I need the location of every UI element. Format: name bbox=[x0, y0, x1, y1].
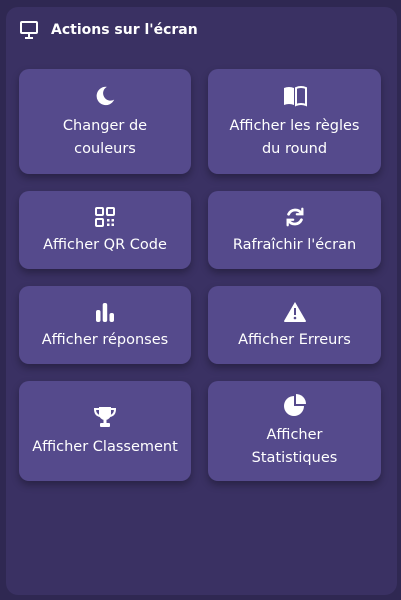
bar-chart-icon bbox=[92, 299, 118, 325]
book-icon bbox=[282, 83, 308, 109]
change-colors-button[interactable]: Changer de couleurs bbox=[19, 69, 191, 174]
screen-actions-panel: Actions sur l'écran Changer de couleurs … bbox=[6, 7, 397, 595]
actions-grid: Changer de couleurs Afficher les règles … bbox=[19, 69, 381, 481]
panel-title: Actions sur l'écran bbox=[51, 22, 198, 38]
show-ranking-button[interactable]: Afficher Classement bbox=[19, 381, 191, 481]
moon-icon bbox=[92, 83, 118, 109]
show-ranking-label: Afficher Classement bbox=[32, 438, 178, 455]
show-errors-button[interactable]: Afficher Erreurs bbox=[208, 286, 381, 364]
show-round-rules-button[interactable]: Afficher les règles du round bbox=[208, 69, 381, 174]
refresh-screen-button[interactable]: Rafraîchir l'écran bbox=[208, 191, 381, 269]
trophy-icon bbox=[92, 404, 118, 430]
show-errors-label: Afficher Erreurs bbox=[238, 331, 351, 348]
show-statistics-button[interactable]: Afficher Statistiques bbox=[208, 381, 381, 481]
show-answers-button[interactable]: Afficher réponses bbox=[19, 286, 191, 364]
show-qr-code-label: Afficher QR Code bbox=[43, 236, 167, 253]
pie-chart-icon bbox=[282, 392, 308, 418]
panel-header: Actions sur l'écran bbox=[19, 20, 198, 40]
refresh-icon bbox=[282, 204, 308, 230]
refresh-screen-label: Rafraîchir l'écran bbox=[232, 236, 357, 253]
show-answers-label: Afficher réponses bbox=[41, 331, 169, 348]
show-statistics-label: Afficher Statistiques bbox=[251, 427, 338, 466]
qr-code-icon bbox=[92, 204, 118, 230]
show-qr-code-button[interactable]: Afficher QR Code bbox=[19, 191, 191, 269]
warning-icon bbox=[282, 299, 308, 325]
show-round-rules-label: Afficher les règles du round bbox=[229, 117, 360, 157]
presentation-screen-icon bbox=[19, 20, 39, 40]
change-colors-label: Changer de couleurs bbox=[62, 117, 148, 157]
